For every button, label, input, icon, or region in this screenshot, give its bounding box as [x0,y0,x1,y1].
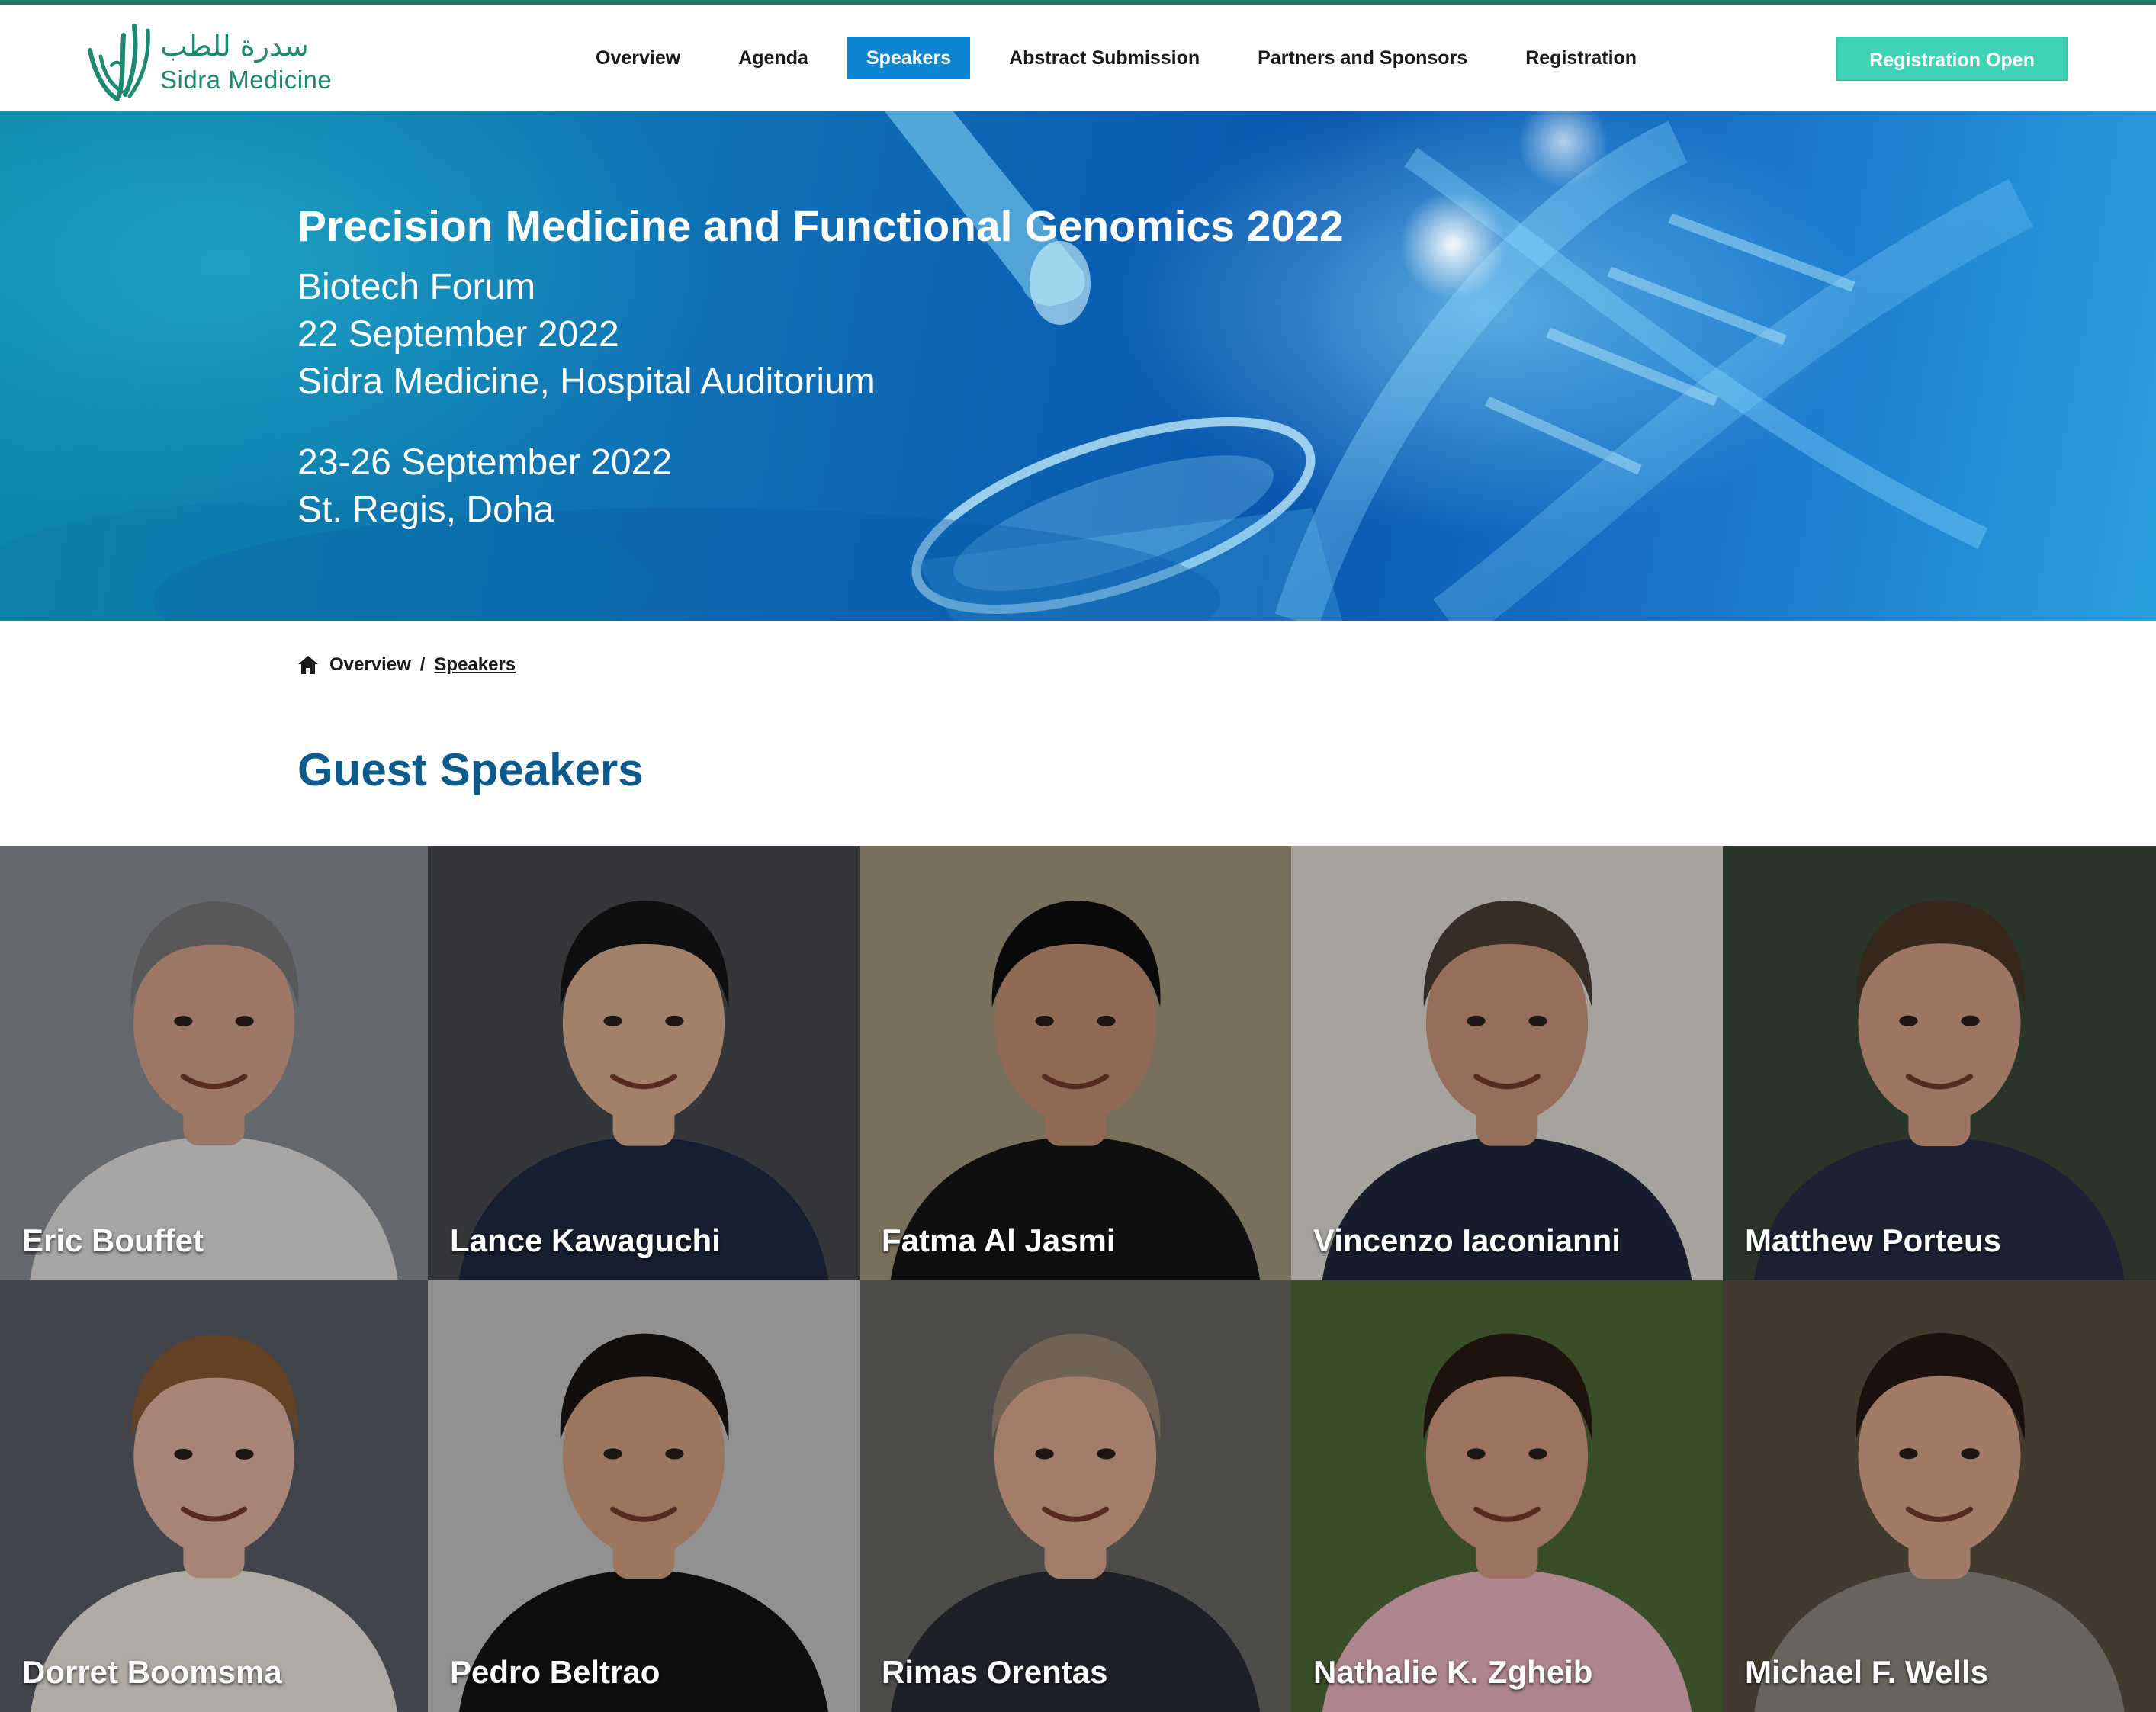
speaker-name[interactable]: Pedro Beltrao [450,1654,660,1691]
hero-text-block: Precision Medicine and Functional Genomi… [297,201,1344,534]
sidra-logo[interactable]: سدرة للطب Sidra Medicine [84,20,332,104]
logo-arabic-text: سدرة للطب [160,29,309,63]
nav-registration[interactable]: Registration [1506,37,1656,79]
photo-overlay [0,846,428,1280]
speaker-card[interactable]: Rimas Orentas [860,1280,1291,1712]
speaker-name[interactable]: Vincenzo Iaconianni [1313,1222,1621,1259]
forum-name: Biotech Forum [297,267,536,307]
nav-abstract-submission[interactable]: Abstract Submission [990,37,1219,79]
breadcrumb-separator: / [419,654,426,675]
speaker-name[interactable]: Fatma Al Jasmi [882,1222,1116,1259]
speaker-card[interactable]: Eric Bouffet [0,846,428,1280]
speaker-name[interactable]: Rimas Orentas [882,1654,1107,1691]
home-icon[interactable] [297,655,319,675]
speaker-name[interactable]: Michael F. Wells [1745,1654,1988,1691]
speaker-card[interactable]: Michael F. Wells [1723,1280,2156,1712]
nav-overview[interactable]: Overview [577,37,699,79]
main-nav: Overview Agenda Speakers Abstract Submis… [577,37,1676,79]
breadcrumb: Overview / Speakers [297,652,516,678]
photo-overlay [1291,1280,1723,1712]
speaker-name[interactable]: Eric Bouffet [22,1222,204,1259]
speaker-card[interactable]: Vincenzo Iaconianni [1291,846,1723,1280]
photo-overlay [1723,1280,2156,1712]
speaker-card[interactable]: Dorret Boomsma [0,1280,428,1712]
speaker-card[interactable]: Lance Kawaguchi [428,846,860,1280]
photo-overlay [1723,846,2156,1280]
photo-overlay [428,846,860,1280]
speaker-name[interactable]: Nathalie K. Zgheib [1313,1654,1592,1691]
registration-open-button[interactable]: Registration Open [1836,37,2068,81]
nav-agenda[interactable]: Agenda [719,37,827,79]
speaker-card[interactable]: Fatma Al Jasmi [860,846,1291,1280]
main-event-date: 23-26 September 2022 [297,442,673,483]
breadcrumb-current[interactable]: Speakers [434,654,516,676]
logo-name: Sidra Medicine [160,66,333,94]
hero-banner: Precision Medicine and Functional Genomi… [0,111,2156,621]
speaker-card[interactable]: Pedro Beltrao [428,1280,860,1712]
main-event-venue: St. Regis, Doha [297,490,554,530]
speaker-name[interactable]: Lance Kawaguchi [450,1222,721,1259]
forum-date: 22 September 2022 [297,314,619,355]
nav-speakers[interactable]: Speakers [847,37,971,79]
breadcrumb-overview[interactable]: Overview [329,654,411,676]
photo-overlay [0,1280,428,1712]
speaker-name[interactable]: Dorret Boomsma [22,1654,282,1691]
forum-venue: Sidra Medicine, Hospital Auditorium [297,361,876,402]
speaker-name[interactable]: Matthew Porteus [1745,1222,2001,1259]
nav-partners-sponsors[interactable]: Partners and Sponsors [1239,37,1486,79]
site-header: سدرة للطب Sidra Medicine Overview Agenda… [0,5,2156,111]
guest-speakers-title: Guest Speakers [297,744,644,795]
sidra-logo-mark-icon [88,24,150,101]
photo-overlay [428,1280,860,1712]
event-title: Precision Medicine and Functional Genomi… [297,202,1344,251]
speaker-card[interactable]: Matthew Porteus [1723,846,2156,1280]
speaker-card[interactable]: Nathalie K. Zgheib [1291,1280,1723,1712]
speaker-grid: Eric Bouffet Lance Kawaguchi Fatma Al Jasm… [0,846,2156,1712]
photo-overlay [1291,846,1723,1280]
photo-overlay [860,1280,1291,1712]
photo-overlay [860,846,1291,1280]
